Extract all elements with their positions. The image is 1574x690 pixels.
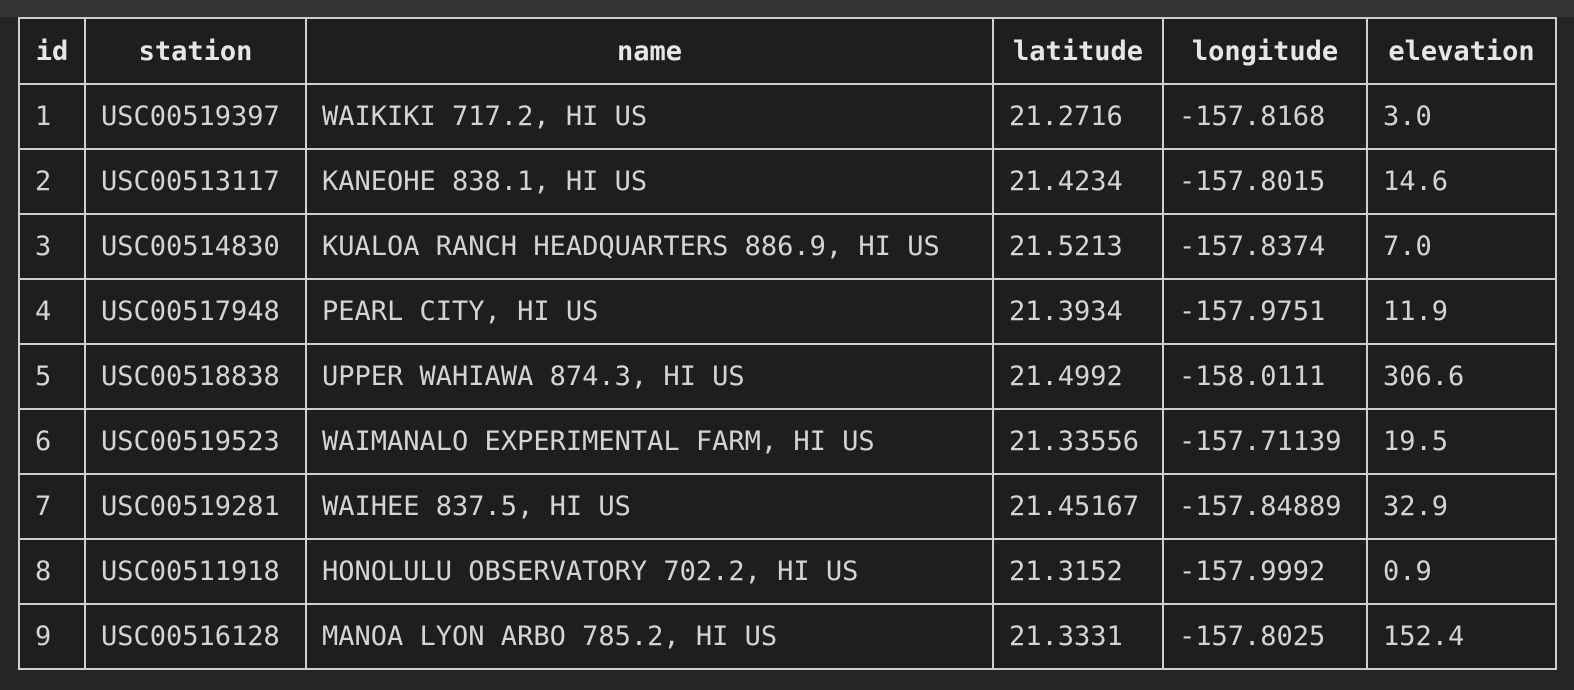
cell-elevation[interactable]: 32.9 xyxy=(1366,473,1557,540)
cell-id[interactable]: 2 xyxy=(18,148,86,215)
table-row[interactable]: 9 USC00516128 MANOA LYON ARBO 785.2, HI … xyxy=(18,603,1557,670)
cell-id[interactable]: 7 xyxy=(18,473,86,540)
column-header-latitude[interactable]: latitude xyxy=(992,17,1164,85)
cell-station[interactable]: USC00519397 xyxy=(84,83,307,150)
editor-top-bar xyxy=(0,0,1574,17)
cell-longitude[interactable]: -157.8168 xyxy=(1162,83,1368,150)
cell-longitude[interactable]: -157.8374 xyxy=(1162,213,1368,280)
cell-id[interactable]: 1 xyxy=(18,83,86,150)
table-row[interactable]: 5 USC00518838 UPPER WAHIAWA 874.3, HI US… xyxy=(18,343,1557,410)
cell-station[interactable]: USC00519523 xyxy=(84,408,307,475)
cell-station[interactable]: USC00516128 xyxy=(84,603,307,670)
cell-elevation[interactable]: 19.5 xyxy=(1366,408,1557,475)
cell-latitude[interactable]: 21.2716 xyxy=(992,83,1164,150)
table-row[interactable]: 1 USC00519397 WAIKIKI 717.2, HI US 21.27… xyxy=(18,83,1557,150)
header-row: id station name latitude longitude eleva… xyxy=(18,17,1557,85)
cell-name[interactable]: KUALOA RANCH HEADQUARTERS 886.9, HI US xyxy=(305,213,994,280)
cell-latitude[interactable]: 21.33556 xyxy=(992,408,1164,475)
cell-name[interactable]: KANEOHE 838.1, HI US xyxy=(305,148,994,215)
cell-name[interactable]: UPPER WAHIAWA 874.3, HI US xyxy=(305,343,994,410)
table-row[interactable]: 2 USC00513117 KANEOHE 838.1, HI US 21.42… xyxy=(18,148,1557,215)
cell-id[interactable]: 6 xyxy=(18,408,86,475)
cell-latitude[interactable]: 21.45167 xyxy=(992,473,1164,540)
cell-id[interactable]: 9 xyxy=(18,603,86,670)
cell-elevation[interactable]: 306.6 xyxy=(1366,343,1557,410)
cell-latitude[interactable]: 21.3152 xyxy=(992,538,1164,605)
cell-latitude[interactable]: 21.3331 xyxy=(992,603,1164,670)
cell-elevation[interactable]: 14.6 xyxy=(1366,148,1557,215)
column-header-elevation[interactable]: elevation xyxy=(1366,17,1557,85)
cell-longitude[interactable]: -157.71139 xyxy=(1162,408,1368,475)
cell-longitude[interactable]: -157.9992 xyxy=(1162,538,1368,605)
cell-longitude[interactable]: -157.9751 xyxy=(1162,278,1368,345)
cell-longitude[interactable]: -157.8015 xyxy=(1162,148,1368,215)
cell-latitude[interactable]: 21.4992 xyxy=(992,343,1164,410)
cell-longitude[interactable]: -157.8025 xyxy=(1162,603,1368,670)
cell-station[interactable]: USC00514830 xyxy=(84,213,307,280)
column-header-id[interactable]: id xyxy=(18,17,86,85)
table-row[interactable]: 4 USC00517948 PEARL CITY, HI US 21.3934 … xyxy=(18,278,1557,345)
cell-name[interactable]: MANOA LYON ARBO 785.2, HI US xyxy=(305,603,994,670)
table-row[interactable]: 8 USC00511918 HONOLULU OBSERVATORY 702.2… xyxy=(18,538,1557,605)
table-row[interactable]: 6 USC00519523 WAIMANALO EXPERIMENTAL FAR… xyxy=(18,408,1557,475)
cell-name[interactable]: PEARL CITY, HI US xyxy=(305,278,994,345)
cell-name[interactable]: WAIMANALO EXPERIMENTAL FARM, HI US xyxy=(305,408,994,475)
column-header-station[interactable]: station xyxy=(84,17,307,85)
query-results-panel: id station name latitude longitude eleva… xyxy=(18,17,1557,670)
table-row[interactable]: 7 USC00519281 WAIHEE 837.5, HI US 21.451… xyxy=(18,473,1557,540)
table-row[interactable]: 3 USC00514830 KUALOA RANCH HEADQUARTERS … xyxy=(18,213,1557,280)
cell-name[interactable]: WAIHEE 837.5, HI US xyxy=(305,473,994,540)
column-header-longitude[interactable]: longitude xyxy=(1162,17,1368,85)
cell-latitude[interactable]: 21.4234 xyxy=(992,148,1164,215)
cell-elevation[interactable]: 0.9 xyxy=(1366,538,1557,605)
cell-longitude[interactable]: -157.84889 xyxy=(1162,473,1368,540)
cell-station[interactable]: USC00519281 xyxy=(84,473,307,540)
cell-longitude[interactable]: -158.0111 xyxy=(1162,343,1368,410)
cell-station[interactable]: USC00513117 xyxy=(84,148,307,215)
cell-station[interactable]: USC00511918 xyxy=(84,538,307,605)
cell-latitude[interactable]: 21.5213 xyxy=(992,213,1164,280)
cell-id[interactable]: 4 xyxy=(18,278,86,345)
cell-elevation[interactable]: 3.0 xyxy=(1366,83,1557,150)
cell-id[interactable]: 5 xyxy=(18,343,86,410)
cell-latitude[interactable]: 21.3934 xyxy=(992,278,1164,345)
cell-elevation[interactable]: 7.0 xyxy=(1366,213,1557,280)
cell-station[interactable]: USC00517948 xyxy=(84,278,307,345)
cell-station[interactable]: USC00518838 xyxy=(84,343,307,410)
cell-name[interactable]: HONOLULU OBSERVATORY 702.2, HI US xyxy=(305,538,994,605)
cell-elevation[interactable]: 152.4 xyxy=(1366,603,1557,670)
results-table: id station name latitude longitude eleva… xyxy=(18,17,1557,670)
cell-elevation[interactable]: 11.9 xyxy=(1366,278,1557,345)
cell-id[interactable]: 3 xyxy=(18,213,86,280)
cell-id[interactable]: 8 xyxy=(18,538,86,605)
cell-name[interactable]: WAIKIKI 717.2, HI US xyxy=(305,83,994,150)
column-header-name[interactable]: name xyxy=(305,17,994,85)
